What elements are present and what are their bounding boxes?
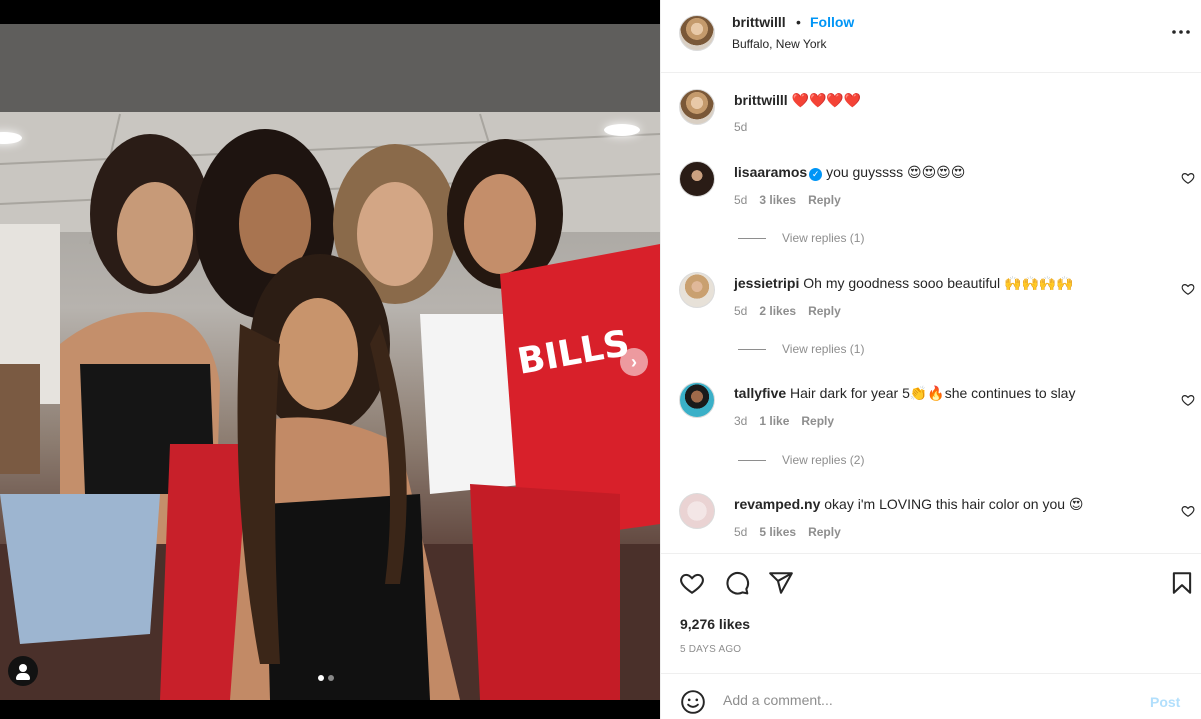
like-icon[interactable] [679,570,705,596]
comment-age: 5d [734,525,748,539]
post-photo[interactable]: BILLS [0,24,660,700]
post-side-panel: brittwilll • Follow Buffalo, New York br… [660,0,1201,719]
share-icon[interactable] [768,570,794,596]
caption-avatar[interactable] [679,89,715,125]
post-location[interactable]: Buffalo, New York [732,37,827,51]
comment-username[interactable]: lisaaramos [734,164,807,180]
comment-text: you guyssss 😍😍😍😍 [826,164,966,180]
comment-likes[interactable]: 3 likes [759,193,796,207]
comment-likes[interactable]: 5 likes [759,525,796,539]
comment-input[interactable] [723,688,1123,712]
media-pane: BILLS › [0,0,660,719]
comment-username[interactable]: jessietripi [734,275,799,291]
comment-text: Hair dark for year 5👏🔥she continues to s… [790,385,1076,401]
reply-button[interactable]: Reply [801,414,834,428]
separator-dot: • [796,14,801,30]
comment-avatar[interactable] [679,272,715,308]
comment-text-line: revamped.ny okay i'm LOVING this hair co… [734,496,1084,513]
view-replies-button[interactable]: View replies (2) [738,453,864,467]
caption-meta: 5d [734,120,747,134]
comment-avatar[interactable] [679,161,715,197]
comment-text: Oh my goodness sooo beautiful 🙌🙌🙌🙌 [803,275,1074,291]
comments-list: brittwilll ❤️❤️❤️❤️ 5d lisaaramos ✓ you g… [661,73,1201,553]
post-header: brittwilll • Follow Buffalo, New York [661,0,1201,73]
likes-count[interactable]: 9,276 likes [680,616,750,632]
comment-icon[interactable] [724,570,750,596]
post-actions: 9,276 likes 5 DAYS AGO [661,553,1201,673]
emoji-icon[interactable] [680,689,706,715]
post-button[interactable]: Post [1150,694,1180,710]
post-modal: BILLS › brittwilll • Follow Buffalo, New… [0,0,1201,719]
user-tag-button[interactable] [8,656,38,686]
comment-meta: 5d 5 likes Reply [734,525,841,539]
caption-username[interactable]: brittwilll [734,92,788,108]
post-timestamp: 5 DAYS AGO [680,644,742,655]
comment-age: 5d [734,304,748,318]
comment-username[interactable]: tallyfive [734,385,786,401]
comment-like-icon[interactable] [1181,504,1195,518]
comment-age: 3d [734,414,748,428]
next-photo-button[interactable]: › [620,348,648,376]
more-options-icon[interactable] [1169,22,1193,42]
comment-likes[interactable]: 2 likes [759,304,796,318]
carousel-dot-active [318,675,324,681]
photo-illustration: BILLS [0,24,660,700]
next-arrow-icon: › [631,352,637,372]
caption-text: ❤️❤️❤️❤️ [791,92,862,108]
comment-username[interactable]: revamped.ny [734,496,820,512]
reply-button[interactable]: Reply [808,525,841,539]
comment-text: okay i'm LOVING this hair color on you 😍 [824,496,1084,512]
comment-composer: Post [661,673,1201,719]
comment-avatar[interactable] [679,493,715,529]
carousel-indicator [318,675,334,681]
ceiling-light [604,124,640,136]
view-replies-label: View replies (2) [782,453,865,467]
caption: brittwilll ❤️❤️❤️❤️ [734,92,861,109]
view-replies-label: View replies (1) [782,231,865,245]
comment-text-line: tallyfive Hair dark for year 5👏🔥she cont… [734,385,1075,402]
caption-age: 5d [734,120,748,134]
follow-button[interactable]: Follow [810,14,854,30]
comment-meta: 5d 2 likes Reply [734,304,841,318]
comment-likes[interactable]: 1 like [759,414,789,428]
comment-avatar[interactable] [679,382,715,418]
reply-button[interactable]: Reply [808,304,841,318]
view-replies-button[interactable]: View replies (1) [738,231,864,245]
comment-meta: 3d 1 like Reply [734,414,834,428]
comment-like-icon[interactable] [1181,282,1195,296]
user-tag-icon [19,664,27,672]
carousel-dot [328,675,334,681]
author-username[interactable]: brittwilll [732,14,786,30]
view-replies-button[interactable]: View replies (1) [738,342,864,356]
comment-like-icon[interactable] [1181,393,1195,407]
comment-meta: 5d 3 likes Reply [734,193,841,207]
verified-icon: ✓ [809,168,823,181]
comment-age: 5d [734,193,748,207]
view-replies-label: View replies (1) [782,342,865,356]
comment-like-icon[interactable] [1181,171,1195,185]
save-icon[interactable] [1169,570,1195,596]
reply-button[interactable]: Reply [808,193,841,207]
comment-text-line: lisaaramos ✓ you guyssss 😍😍😍😍 [734,164,965,181]
author-avatar[interactable] [679,15,715,51]
comment-text-line: jessietripi Oh my goodness sooo beautifu… [734,275,1074,292]
